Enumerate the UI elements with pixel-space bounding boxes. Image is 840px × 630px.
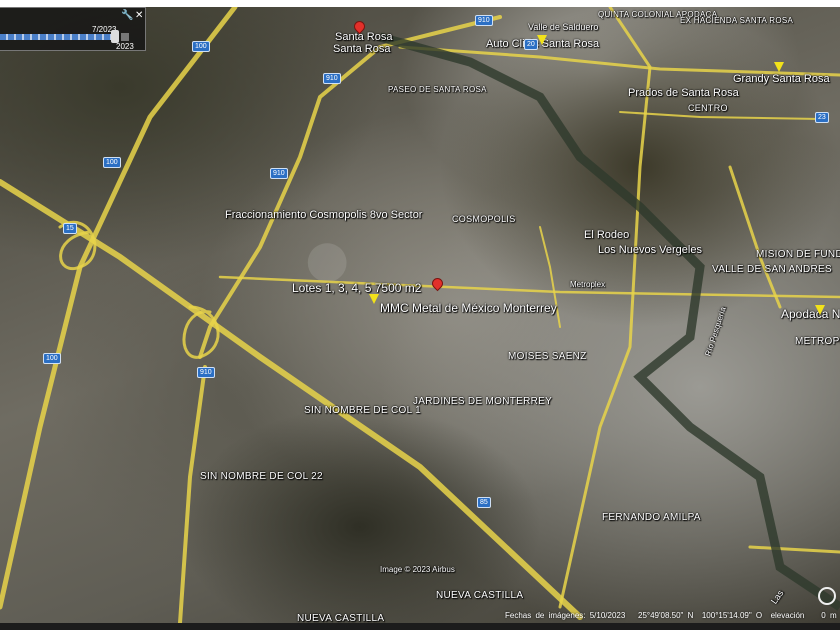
place-label: MISION DE FUNDADORES xyxy=(756,249,840,260)
place-label: JARDINES DE MONTERREY xyxy=(413,396,553,407)
place-label: CENTRO xyxy=(688,103,728,113)
placemark-label[interactable]: Lotes 1, 3, 4, 5 7500 m2 xyxy=(292,281,421,295)
yellow-pushpin-icon[interactable] xyxy=(369,294,379,304)
place-label: EX HACIENDA SANTA ROSA xyxy=(680,16,794,25)
imagery-date-label: Fechas de imágenes: xyxy=(505,611,586,620)
route-shield: 910 xyxy=(475,15,493,26)
place-label: Grandy Santa Rosa xyxy=(733,73,830,85)
latitude: 25°49'08.50" N xyxy=(638,611,694,620)
place-label: Prados de Santa Rosa xyxy=(628,87,739,99)
compass-icon[interactable] xyxy=(818,587,836,605)
wrench-icon[interactable]: 🔧 xyxy=(121,10,133,21)
place-label: Metroplex xyxy=(570,280,606,289)
yellow-pushpin-icon[interactable] xyxy=(537,35,547,45)
route-shield: 23 xyxy=(815,112,829,123)
centro-road xyxy=(619,111,821,120)
route-shield: 20 xyxy=(524,39,538,50)
place-label: Valle de Salduero xyxy=(528,22,599,32)
bottom-bar xyxy=(0,623,840,630)
route-shield: 910 xyxy=(323,73,341,84)
yellow-pushpin-icon[interactable] xyxy=(774,62,784,72)
route-shield: 100 xyxy=(103,157,121,168)
end-year: 2023 xyxy=(116,42,134,51)
place-label: NUEVA CASTILLA xyxy=(436,590,524,601)
route-shield: 100 xyxy=(192,41,210,52)
place-label: VALLE DE SAN ANDRES xyxy=(712,264,833,275)
place-label: COSMOPOLIS xyxy=(452,214,516,224)
highway-910-south xyxy=(178,365,207,623)
place-label: Fraccionamiento Cosmopolis 8vo Sector xyxy=(225,209,423,221)
route-shield: 15 xyxy=(63,223,77,234)
elevation-label: elevación xyxy=(770,611,805,620)
place-label: PASEO DE SANTA ROSA xyxy=(388,85,487,94)
route-shield: 85 xyxy=(477,497,491,508)
place-label: FERNANDO AMILPA xyxy=(602,512,701,523)
road-network xyxy=(0,7,840,623)
place-label: SIN NOMBRE DE COL 22 xyxy=(200,471,323,482)
yellow-pushpin-icon[interactable] xyxy=(815,305,825,315)
longitude: 100°15'14.09" O xyxy=(701,611,763,620)
avenue-south xyxy=(748,545,840,554)
placemark-label[interactable]: MMC Metal de México Monterrey xyxy=(380,301,557,315)
elevation: 0 m xyxy=(821,611,837,620)
place-label: Los Nuevos Vergeles xyxy=(598,244,702,256)
place-label: METROPOL xyxy=(795,336,840,347)
route-shield: 910 xyxy=(270,168,288,179)
place-label: Santa Rosa xyxy=(333,43,391,55)
close-icon[interactable]: ✕ xyxy=(135,10,143,21)
imagery-date: 5/10/2023 xyxy=(589,611,626,620)
historical-imagery-slider[interactable]: 🔧 ✕ 7/2023 2023 xyxy=(0,7,146,51)
place-label: SIN NOMBRE DE COL 1 xyxy=(304,405,422,416)
image-credit: Image © 2023 Airbus xyxy=(380,565,455,574)
status-bar-text: Fechas de imágenes: 5/10/2023 25°49'08.5… xyxy=(505,611,837,620)
satellite-map[interactable]: ● Santa Rosa Santa Rosa QUINTA COLONIAL … xyxy=(0,7,840,623)
timeline-track[interactable] xyxy=(0,34,112,40)
place-label: MOISES SAENZ xyxy=(508,351,587,362)
place-label: Apodaca N xyxy=(781,307,840,321)
route-shield: 100 xyxy=(43,353,61,364)
place-label: El Rodeo xyxy=(584,229,630,241)
place-label: NUEVA CASTILLA xyxy=(297,613,385,623)
place-label: Santa Rosa xyxy=(335,31,393,43)
timeline-end-button[interactable] xyxy=(121,33,129,41)
route-shield: 910 xyxy=(197,367,215,378)
avenue-far-east xyxy=(728,165,782,309)
